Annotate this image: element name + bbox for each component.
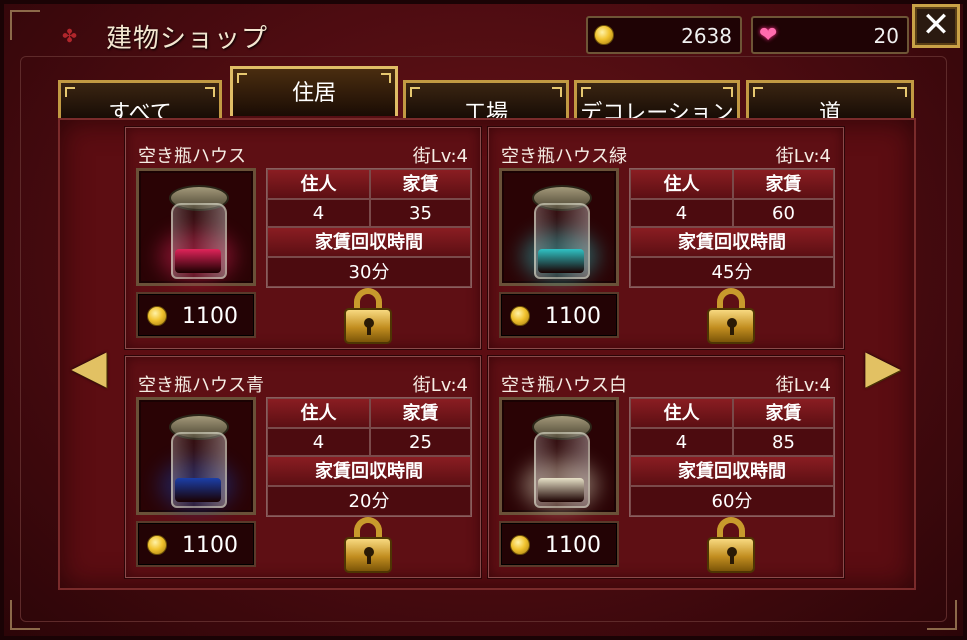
tab-corner-ornament (723, 87, 733, 97)
building-image (499, 168, 619, 286)
padlock-icon[interactable] (707, 288, 759, 346)
page-title: 建物ショップ (106, 24, 269, 54)
tab-housing[interactable]: 住居 (230, 66, 398, 116)
rent-time-value: 45分 (630, 257, 834, 287)
building-card[interactable]: 空き瓶ハウス白 街Lv:4 住人 家賃 4 85 家賃回収時間 60分 1100 (488, 356, 844, 578)
building-card[interactable]: 空き瓶ハウス 街Lv:4 住人 家賃 4 35 家賃回収時間 30分 1100 (125, 127, 481, 349)
residents-value: 4 (630, 428, 733, 456)
gold-coin-icon (147, 535, 167, 555)
close-icon: ✕ (921, 5, 951, 45)
jar-contents (538, 478, 584, 502)
rent-time-value: 60分 (630, 486, 834, 516)
rent-time-header: 家賃回収時間 (630, 456, 834, 486)
gold-counter: 2638 (586, 16, 742, 54)
price-value: 1100 (182, 533, 238, 558)
stats-table: 住人 家賃 4 85 家賃回収時間 60分 (629, 397, 835, 517)
rent-value: 25 (370, 428, 471, 456)
price-box: 1100 (136, 292, 256, 338)
padlock-body (344, 308, 392, 344)
building-card[interactable]: 空き瓶ハウス青 街Lv:4 住人 家賃 4 25 家賃回収時間 20分 1100 (125, 356, 481, 578)
heart-amount: 20 (873, 24, 899, 48)
keyhole-slot (367, 554, 371, 564)
tab-corner-ornament (237, 73, 247, 83)
price-value: 1100 (545, 304, 601, 329)
jar-contents (175, 478, 221, 502)
rent-value: 85 (733, 428, 834, 456)
rent-time-header: 家賃回収時間 (267, 227, 471, 257)
tab-corner-ornament (205, 87, 215, 97)
rent-time-value: 30分 (267, 257, 471, 287)
town-level-requirement: 街Lv:4 (775, 375, 831, 396)
gold-amount: 2638 (681, 24, 732, 48)
padlock-body (707, 537, 755, 573)
rent-header: 家賃 (370, 169, 471, 199)
keyhole-slot (367, 325, 371, 335)
rent-header: 家賃 (370, 398, 471, 428)
rent-header: 家賃 (733, 169, 834, 199)
tab-corner-ornament (753, 87, 763, 97)
tab-corner-ornament (410, 87, 420, 97)
stats-table: 住人 家賃 4 35 家賃回収時間 30分 (266, 168, 472, 288)
jar-contents (175, 249, 221, 273)
stats-table: 住人 家賃 4 25 家賃回収時間 20分 (266, 397, 472, 517)
tab-corner-ornament (897, 87, 907, 97)
price-value: 1100 (182, 304, 238, 329)
price-value: 1100 (545, 533, 601, 558)
building-name: 空き瓶ハウス青 (138, 375, 264, 396)
title-flourish-icon: ✤ (62, 26, 78, 47)
previous-page-arrow-icon[interactable]: ◀ (62, 334, 116, 398)
residents-header: 住人 (267, 169, 370, 199)
rent-header: 家賃 (733, 398, 834, 428)
building-image (136, 168, 256, 286)
rent-time-header: 家賃回収時間 (630, 227, 834, 257)
tab-corner-ornament (65, 87, 75, 97)
building-name: 空き瓶ハウス緑 (501, 146, 627, 167)
rent-value: 60 (733, 199, 834, 227)
tab-corner-ornament (581, 87, 591, 97)
building-card[interactable]: 空き瓶ハウス緑 街Lv:4 住人 家賃 4 60 家賃回収時間 45分 1100 (488, 127, 844, 349)
price-box: 1100 (499, 521, 619, 567)
gold-coin-icon (510, 535, 530, 555)
rent-time-header: 家賃回収時間 (267, 456, 471, 486)
keyhole-slot (730, 325, 734, 335)
town-level-requirement: 街Lv:4 (775, 146, 831, 167)
building-image (499, 397, 619, 515)
heart-counter: ❤ 20 (751, 16, 909, 54)
jar-contents (538, 249, 584, 273)
padlock-body (344, 537, 392, 573)
padlock-body (707, 308, 755, 344)
town-level-requirement: 街Lv:4 (412, 375, 468, 396)
tab-corner-ornament (381, 73, 391, 83)
gold-coin-icon (594, 25, 614, 45)
price-box: 1100 (499, 292, 619, 338)
rent-time-value: 20分 (267, 486, 471, 516)
stats-table: 住人 家賃 4 60 家賃回収時間 45分 (629, 168, 835, 288)
town-level-requirement: 街Lv:4 (412, 146, 468, 167)
residents-header: 住人 (630, 169, 733, 199)
tab-corner-ornament (552, 87, 562, 97)
building-image (136, 397, 256, 515)
building-name: 空き瓶ハウス (138, 146, 246, 167)
heart-icon: ❤ (759, 23, 778, 48)
gold-coin-icon (147, 306, 167, 326)
next-page-arrow-icon[interactable]: ▶ (856, 334, 910, 398)
residents-value: 4 (267, 428, 370, 456)
building-name: 空き瓶ハウス白 (501, 375, 627, 396)
gold-coin-icon (510, 306, 530, 326)
padlock-icon[interactable] (344, 288, 396, 346)
close-button[interactable]: ✕ (912, 4, 960, 48)
residents-header: 住人 (630, 398, 733, 428)
residents-header: 住人 (267, 398, 370, 428)
padlock-icon[interactable] (344, 517, 396, 575)
frame-corner-ornament (10, 10, 40, 40)
residents-value: 4 (267, 199, 370, 227)
padlock-icon[interactable] (707, 517, 759, 575)
price-box: 1100 (136, 521, 256, 567)
rent-value: 35 (370, 199, 471, 227)
residents-value: 4 (630, 199, 733, 227)
tab-label: 住居 (291, 81, 336, 106)
keyhole-slot (730, 554, 734, 564)
